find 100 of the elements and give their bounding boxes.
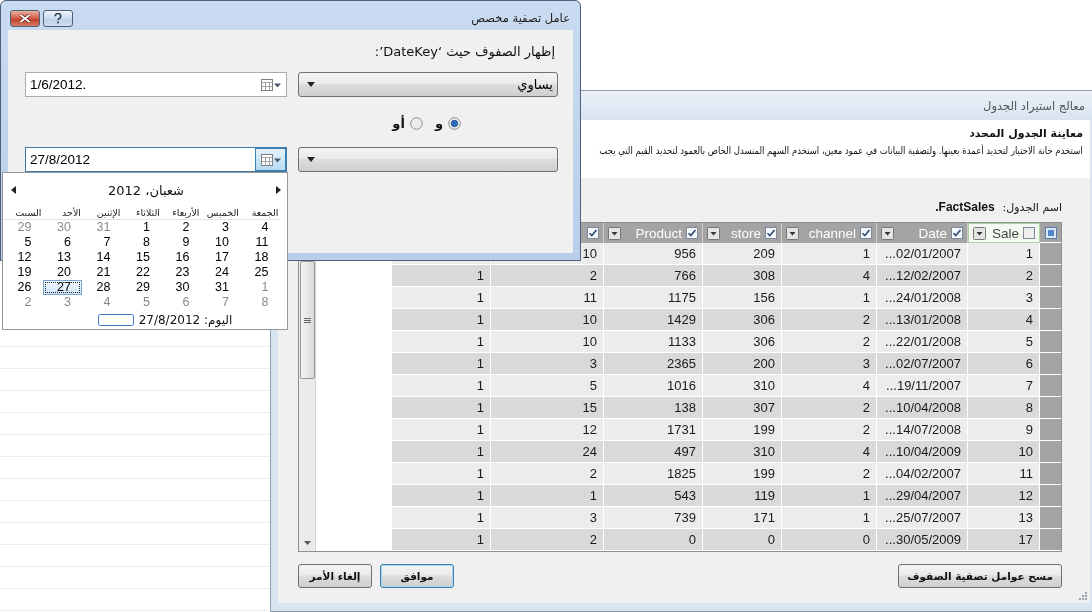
calendar-day[interactable]: 15	[121, 250, 161, 265]
calendar-day[interactable]: 13	[42, 250, 82, 265]
help-icon[interactable]	[54, 13, 62, 24]
calendar-day[interactable]: 25	[240, 265, 280, 280]
row-selector[interactable]	[1040, 331, 1061, 353]
table-cell: 1133	[604, 331, 703, 353]
calendar-day[interactable]: 1	[121, 220, 161, 235]
row-selector[interactable]	[1040, 265, 1061, 287]
calendar-day[interactable]: 4	[82, 295, 122, 310]
calendar-day[interactable]: 30	[42, 220, 82, 235]
column-header[interactable]: Sale	[968, 223, 1040, 243]
down-arrow-icon[interactable]	[303, 540, 311, 545]
table-cell: ...22/01/2008	[877, 331, 968, 353]
table-cell: 1175	[604, 287, 703, 309]
row-selector[interactable]	[1040, 397, 1061, 419]
dropdown-icon[interactable]	[973, 226, 986, 240]
scrollbar-thumb[interactable]	[299, 261, 315, 379]
date-field[interactable]: 27/8/2012	[25, 147, 287, 172]
calendar-day[interactable]: 29	[121, 280, 161, 295]
row-selector[interactable]	[1040, 243, 1061, 265]
dropdown-icon[interactable]	[707, 226, 720, 240]
calendar-day[interactable]: 5	[121, 295, 161, 310]
calendar-day[interactable]: 9	[161, 235, 201, 250]
calendar-day[interactable]: 3	[42, 295, 82, 310]
dropdown-arrow-icon[interactable]	[307, 82, 315, 87]
table-cell: 543	[604, 485, 703, 507]
row-selector[interactable]	[1040, 485, 1061, 507]
dropdown-icon[interactable]	[608, 226, 621, 240]
row-selector[interactable]	[1040, 441, 1061, 463]
right-arrow-icon[interactable]	[276, 186, 281, 194]
calendar-day[interactable]: 31	[200, 280, 240, 295]
calendar-day[interactable]: 11	[240, 235, 280, 250]
checkbox-icon[interactable]	[686, 227, 698, 239]
calendar-day[interactable]: 12	[3, 250, 43, 265]
close-button[interactable]	[10, 10, 40, 27]
calendar-day[interactable]: 28	[82, 280, 122, 295]
calendar-day[interactable]: 7	[82, 235, 122, 250]
calendar-day[interactable]: 24	[200, 265, 240, 280]
table-cell: 17	[968, 529, 1040, 551]
calendar-day[interactable]: 26	[3, 280, 43, 295]
calendar-day[interactable]: 20	[42, 265, 82, 280]
calendar-day[interactable]: 21	[82, 265, 122, 280]
dialog-button[interactable]: مسح عوامل تصفية الصفوف	[898, 564, 1062, 588]
dropdown-icon[interactable]	[881, 226, 894, 240]
calendar-day[interactable]: 8	[240, 295, 280, 310]
calendar-day[interactable]: 29	[3, 220, 43, 235]
dropdown-icon[interactable]	[786, 226, 799, 240]
row-selector[interactable]	[1040, 375, 1061, 397]
calendar-day[interactable]: 5	[3, 235, 43, 250]
calendar-day[interactable]: 19	[3, 265, 43, 280]
row-selector[interactable]	[1040, 463, 1061, 485]
calendar-day[interactable]: 10	[200, 235, 240, 250]
row-selector[interactable]	[1040, 529, 1061, 551]
help-button[interactable]	[43, 10, 73, 27]
table-cell: ...10/04/2009	[877, 441, 968, 463]
calendar-day[interactable]: 2	[161, 220, 201, 235]
calendar-day[interactable]: 30	[161, 280, 201, 295]
calendar-day[interactable]: 2	[3, 295, 43, 310]
resize-grip-icon[interactable]	[1078, 591, 1087, 600]
table-cell: 6	[968, 353, 1040, 375]
row-selector[interactable]	[1040, 353, 1061, 375]
table-cell: 9	[968, 419, 1040, 441]
table-cell: 1731	[604, 419, 703, 441]
table-name-label: اسم الجدول:	[1002, 200, 1062, 214]
row-selector[interactable]	[1040, 507, 1061, 529]
row-selector[interactable]	[1040, 419, 1061, 441]
calendar-day[interactable]: 14	[82, 250, 122, 265]
calendar-day[interactable]: 23	[161, 265, 201, 280]
checkbox-icon[interactable]	[951, 227, 963, 239]
calendar-day[interactable]: 16	[161, 250, 201, 265]
operator-dropdown[interactable]	[298, 147, 558, 172]
calendar-day[interactable]: 18	[240, 250, 280, 265]
calendar-day[interactable]: 17	[200, 250, 240, 265]
calendar-icon[interactable]	[260, 153, 281, 166]
left-arrow-icon[interactable]	[11, 186, 16, 194]
table-cell: 10	[491, 331, 604, 353]
checkbox-icon[interactable]	[765, 227, 777, 239]
today-label[interactable]: اليوم: 27/8/2012	[138, 313, 233, 327]
table-cell: 5	[968, 331, 1040, 353]
calendar-day[interactable]: 6	[42, 235, 82, 250]
checkbox-icon[interactable]	[1023, 227, 1035, 239]
table-cell: 1	[392, 309, 491, 331]
calendar-day[interactable]: 8	[121, 235, 161, 250]
row-selector[interactable]	[1040, 309, 1061, 331]
row-selector[interactable]	[1040, 287, 1061, 309]
calendar-icon[interactable]	[260, 78, 281, 91]
operator-dropdown[interactable]: يساوي	[298, 72, 558, 97]
calendar-day[interactable]: 3	[200, 220, 240, 235]
date-field[interactable]: 1/6/2012.	[25, 72, 287, 97]
table-cell: 1	[782, 507, 877, 529]
calendar-day[interactable]: 6	[161, 295, 201, 310]
table-cell: 199	[703, 463, 782, 485]
checkbox-icon[interactable]	[860, 227, 872, 239]
calendar-day[interactable]: 4	[240, 220, 280, 235]
close-icon[interactable]	[19, 14, 31, 23]
dropdown-arrow-icon[interactable]	[307, 157, 315, 162]
calendar-day[interactable]: 22	[121, 265, 161, 280]
calendar-button[interactable]	[255, 148, 286, 171]
calendar-day[interactable]: 31	[82, 220, 122, 235]
checkbox-icon[interactable]	[587, 227, 599, 239]
